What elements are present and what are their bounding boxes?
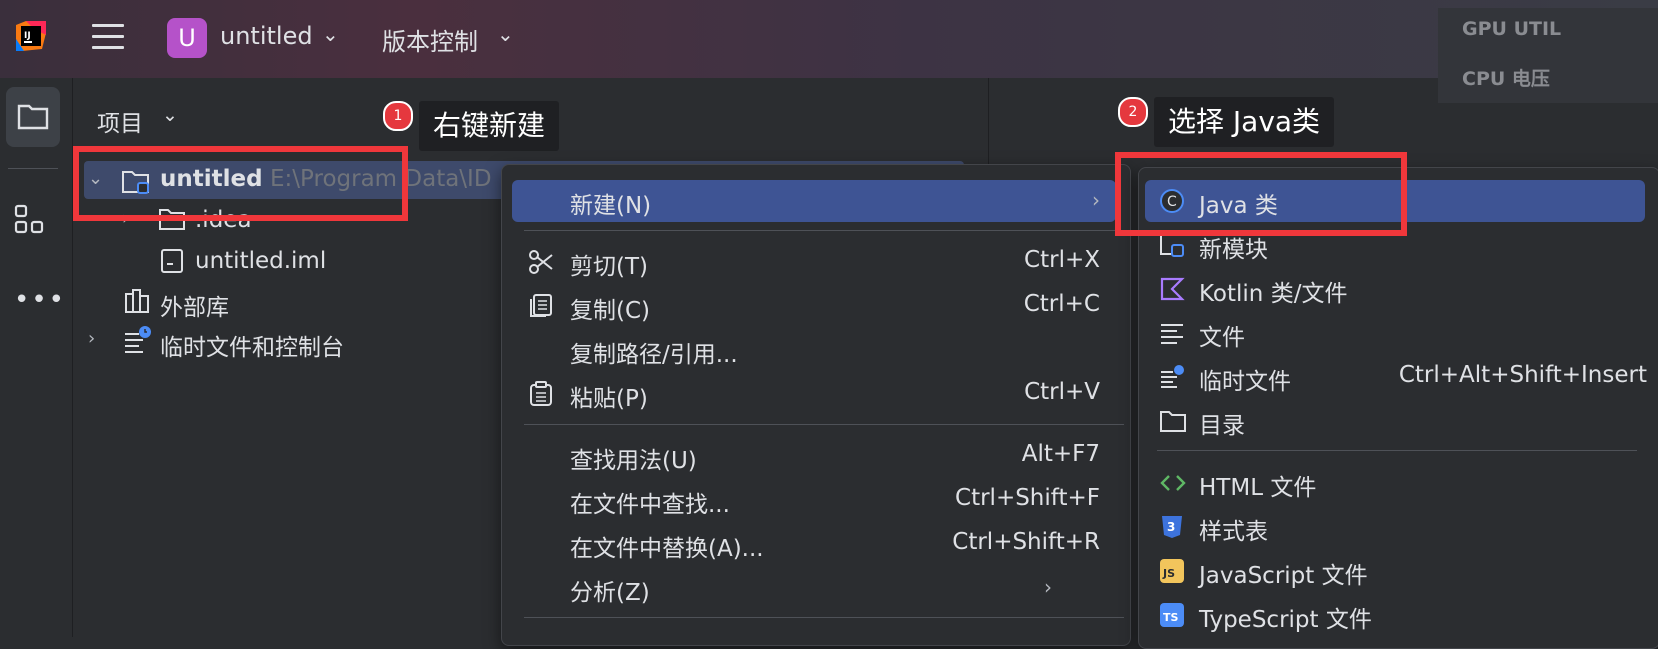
- step-badge: 2: [1118, 97, 1148, 127]
- menu-item-analyze[interactable]: 分析(Z) ›: [502, 567, 1122, 609]
- kotlin-icon: [1159, 276, 1185, 302]
- tree-item[interactable]: untitled.iml: [195, 248, 326, 274]
- html-icon: [1159, 470, 1186, 496]
- new-submenu: C Java 类 新模块 Kotlin 类/文件 文件 临时文件 Ctrl+Al…: [1138, 167, 1658, 649]
- menu-item-find-usages[interactable]: 查找用法(U) Alt+F7: [502, 435, 1122, 477]
- javascript-icon: JS: [1159, 558, 1185, 584]
- iml-file-icon: [160, 248, 184, 278]
- menu-item-copy[interactable]: 复制(C) Ctrl+C: [502, 285, 1122, 327]
- project-avatar[interactable]: U: [167, 18, 207, 58]
- typescript-icon: TS: [1159, 602, 1185, 628]
- scissors-icon: [528, 249, 554, 275]
- menu-divider: [1157, 450, 1637, 451]
- submenu-item-file[interactable]: 文件: [1139, 312, 1649, 354]
- text-file-icon: [1159, 320, 1185, 346]
- project-tool-button[interactable]: [6, 87, 60, 147]
- svg-text:JS: JS: [1162, 567, 1175, 580]
- highlight-box: [1115, 152, 1407, 236]
- submenu-item-scratch[interactable]: 临时文件 Ctrl+Alt+Shift+Insert: [1139, 356, 1649, 398]
- library-icon: [124, 288, 152, 318]
- submenu-item-typescript[interactable]: TS TypeScript 文件: [1139, 594, 1649, 636]
- folder-icon: [17, 104, 49, 130]
- step-badge: 1: [383, 101, 413, 131]
- gpu-util-label: GPU UTIL: [1462, 18, 1562, 40]
- structure-icon[interactable]: [14, 204, 46, 240]
- chevron-down-icon[interactable]: ⌄: [162, 104, 178, 126]
- menu-item-find-in-files[interactable]: 在文件中查找... Ctrl+Shift+F: [502, 479, 1122, 521]
- chevron-down-icon[interactable]: ⌄: [497, 22, 514, 46]
- menu-item-replace-in-files[interactable]: 在文件中替换(A)... Ctrl+Shift+R: [502, 523, 1122, 565]
- panel-title[interactable]: 项目: [97, 104, 143, 138]
- menu-divider: [524, 617, 1124, 618]
- submenu-item-directory[interactable]: 目录: [1139, 400, 1649, 442]
- svg-text:IJ: IJ: [24, 31, 31, 41]
- submenu-item-html[interactable]: HTML 文件: [1139, 462, 1649, 504]
- svg-text:TS: TS: [1163, 611, 1179, 624]
- folder-icon: [1159, 408, 1186, 434]
- copy-icon: [528, 293, 554, 319]
- menu-divider: [524, 230, 1124, 231]
- collapse-chevron-icon[interactable]: ›: [88, 328, 95, 349]
- system-monitor-overlay: GPU UTIL CPU 电压: [1438, 8, 1658, 103]
- scratch-icon: [1159, 364, 1185, 390]
- tool-window-strip: [0, 78, 73, 637]
- menu-item-cut[interactable]: 剪切(T) Ctrl+X: [502, 241, 1122, 283]
- menu-item-paste[interactable]: 粘贴(P) Ctrl+V: [502, 373, 1122, 415]
- vcs-menu[interactable]: 版本控制: [382, 22, 478, 57]
- context-menu: 新建(N) › 剪切(T) Ctrl+X 复制(C) Ctrl+C 复制路径/引…: [501, 164, 1131, 646]
- intellij-logo-icon[interactable]: IJ: [16, 21, 46, 51]
- submenu-item-javascript[interactable]: JS JavaScript 文件: [1139, 550, 1649, 592]
- chevron-right-icon: ›: [1092, 188, 1100, 212]
- chevron-right-icon: ›: [1044, 575, 1052, 599]
- chevron-down-icon[interactable]: ⌄: [322, 22, 339, 46]
- scratch-icon: [123, 325, 153, 357]
- menu-divider: [524, 424, 1124, 425]
- cpu-voltage-label: CPU 电压: [1462, 68, 1550, 90]
- clipboard-icon: [528, 381, 554, 407]
- tree-item[interactable]: 临时文件和控制台: [160, 328, 344, 362]
- main-menu-icon[interactable]: [92, 24, 124, 50]
- css-icon: 3: [1159, 514, 1185, 540]
- callout-label: 右键新建: [419, 101, 560, 151]
- project-name[interactable]: untitled: [220, 22, 313, 50]
- svg-text:3: 3: [1167, 520, 1175, 534]
- menu-item-new[interactable]: 新建(N) ›: [512, 180, 1116, 222]
- menu-item-copy-path[interactable]: 复制路径/引用...: [502, 329, 1122, 371]
- tree-item[interactable]: 外部库: [160, 288, 229, 322]
- submenu-item-kotlin[interactable]: Kotlin 类/文件: [1139, 268, 1649, 310]
- submenu-item-stylesheet[interactable]: 3 样式表: [1139, 506, 1649, 548]
- more-tools-icon[interactable]: •••: [14, 285, 66, 315]
- callout-label: 选择 Java类: [1154, 97, 1335, 147]
- toolbar-divider: [8, 168, 58, 169]
- highlight-box: [73, 146, 408, 221]
